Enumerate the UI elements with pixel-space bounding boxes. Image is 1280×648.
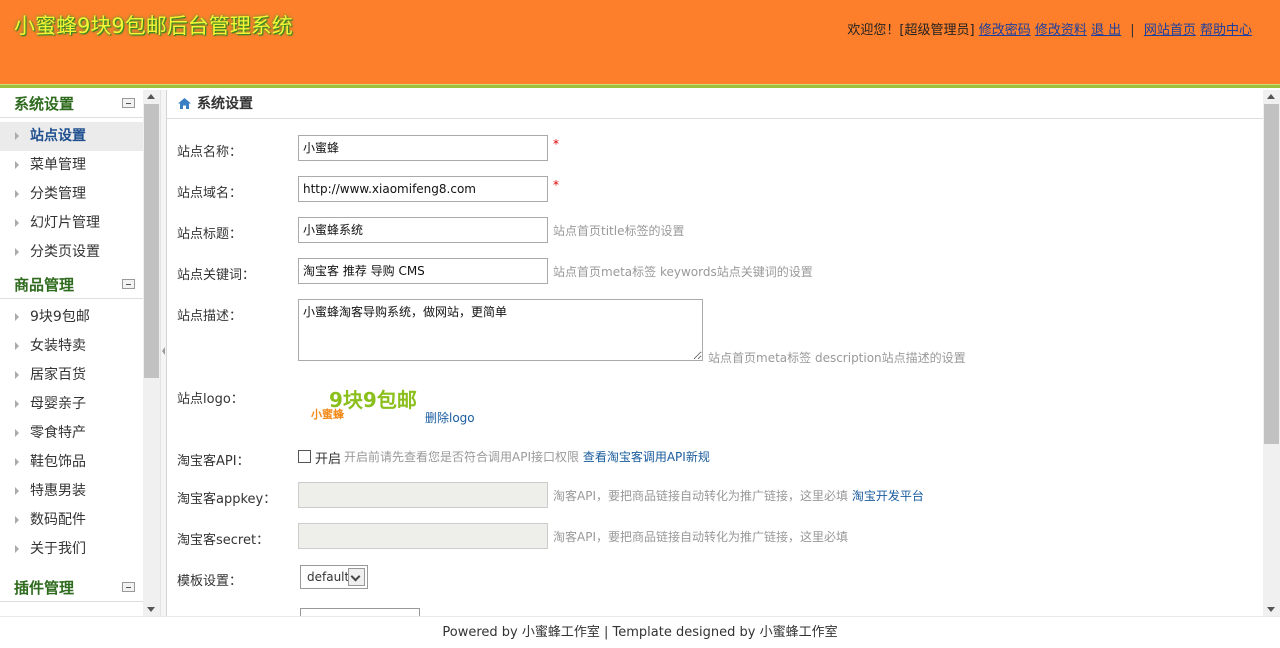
api-rules-link[interactable]: 查看淘宝客调用API新规 [583,450,710,464]
change-password-link[interactable]: 修改密码 [979,23,1031,38]
required-mark: * [553,137,559,151]
scrollbar-thumb[interactable] [144,104,159,378]
site-keywords-hint: 站点首页meta标签 keywords站点关键词的设置 [553,265,813,279]
chevron-down-icon[interactable] [348,568,365,586]
sidebar-item-menu-management[interactable]: 菜单管理 [0,151,143,180]
sidebar-item-home-goods[interactable]: 居家百货 [0,361,143,390]
sidebar-splitter[interactable] [160,90,167,616]
template-select-value: default [307,570,350,584]
main-panel: 系统设置 站点名称： 小蜜蜂 * 站点域名： http://www.xiaomi… [167,90,1263,616]
collapse-icon[interactable] [122,279,135,289]
taobaoke-api-label: 淘宝客API： [177,454,250,469]
appkey-hint: 淘客API，要把商品链接自动转化为推广链接，这里必填 淘宝开发平台 [553,487,924,504]
sidebar-item-snacks[interactable]: 零食特产 [0,419,143,448]
site-home-link[interactable]: 网站首页 [1144,23,1196,38]
logo-sub-text: 小蜜蜂 [311,408,344,421]
sidebar-item-site-settings[interactable]: 站点设置 [0,122,143,151]
menu-group-title: 系统设置 [14,95,75,113]
main-heading: 系统设置 [167,90,1263,119]
sidebar-item-digital[interactable]: 数码配件 [0,506,143,535]
site-name-input[interactable]: 小蜜蜂 [298,135,548,161]
help-center-link[interactable]: 帮助中心 [1200,23,1252,38]
cutoff-select[interactable] [300,608,420,616]
collapse-arrow-icon[interactable] [162,347,165,355]
api-hint: 开启前请先查看您是否符合调用API接口权限 查看淘宝客调用API新规 [344,448,710,465]
required-mark: * [553,178,559,192]
sidebar-item-slideshow-management[interactable]: 幻灯片管理 [0,209,143,238]
collapse-icon[interactable] [122,582,135,592]
site-title-hint: 站点首页title标签的设置 [553,224,685,238]
site-title: 小蜜蜂9块9包邮后台管理系统 [14,14,293,38]
footer: Powered by 小蜜蜂工作室 | Template designed by… [0,616,1280,648]
sidebar-item-9yuan[interactable]: 9块9包邮 [0,303,143,332]
api-enable-label[interactable]: 开启 [315,448,341,467]
api-hint-text: 开启前请先查看您是否符合调用API接口权限 [344,450,579,464]
logout-link[interactable]: 退 出 [1091,23,1121,38]
menu-group-products[interactable]: 商品管理 [0,271,143,299]
scroll-down-icon[interactable] [1267,607,1275,612]
api-enable-checkbox[interactable] [298,450,311,463]
site-description-hint: 站点首页meta标签 description站点描述的设置 [708,351,966,365]
site-domain-input[interactable]: http://www.xiaomifeng8.com [298,176,548,202]
sidebar-item-category-page-settings[interactable]: 分类页设置 [0,238,143,267]
site-logo-label: 站点logo： [177,392,244,407]
site-name-label: 站点名称： [177,145,243,160]
logo-image: 9块9包邮 小蜜蜂 [308,382,428,426]
sidebar-item-womens[interactable]: 女装特卖 [0,332,143,361]
home-icon [178,98,191,109]
scroll-up-icon[interactable] [147,94,155,99]
menu-group-title: 插件管理 [14,579,75,597]
site-description-textarea[interactable]: 小蜜蜂淘客导购系统，做网站，更简单 [298,299,703,361]
sidebar-item-bags[interactable]: 鞋包饰品 [0,448,143,477]
taobao-open-platform-link[interactable]: 淘宝开发平台 [852,489,924,503]
site-title-label: 站点标题： [177,227,243,242]
menu-group-title: 商品管理 [14,276,75,294]
site-description-label: 站点描述： [177,309,243,324]
site-keywords-label: 站点关键词： [177,268,256,283]
edit-profile-link[interactable]: 修改资料 [1035,23,1087,38]
scrollbar-thumb[interactable] [1264,104,1279,444]
template-label: 模板设置： [177,574,243,589]
separator: | [1130,23,1135,38]
welcome-text: 欢迎您！[超级管理员] [847,23,975,38]
sidebar-item-category-management[interactable]: 分类管理 [0,180,143,209]
sidebar-item-mens[interactable]: 特惠男装 [0,477,143,506]
main-scrollbar[interactable] [1263,90,1280,616]
appkey-input[interactable] [298,482,548,508]
collapse-icon[interactable] [122,98,135,108]
page-title: 系统设置 [197,96,253,112]
site-domain-label: 站点域名： [177,186,243,201]
secret-label: 淘宝客secret： [177,533,270,548]
scroll-up-icon[interactable] [1267,94,1275,99]
secret-hint: 淘客API，要把商品链接自动转化为推广链接，这里必填 [553,530,848,544]
header: 小蜜蜂9块9包邮后台管理系统 欢迎您！[超级管理员] 修改密码 修改资料 退 出… [0,0,1280,84]
menu-group-plugins[interactable]: 插件管理 [0,574,143,602]
site-title-input[interactable]: 小蜜蜂系统 [298,217,548,243]
template-select[interactable]: default [300,565,368,589]
secret-input[interactable] [298,523,548,549]
sidebar-item-baby[interactable]: 母婴亲子 [0,390,143,419]
sidebar-scrollbar[interactable] [143,90,160,616]
appkey-label: 淘宝客appkey： [177,492,277,507]
sidebar-item-about[interactable]: 关于我们 [0,535,143,564]
scroll-down-icon[interactable] [147,607,155,612]
delete-logo-link[interactable]: 删除logo [425,409,475,426]
appkey-hint-text: 淘客API，要把商品链接自动转化为推广链接，这里必填 [553,489,848,503]
menu-group-system[interactable]: 系统设置 [0,90,143,118]
header-accent-line [0,84,1280,88]
sidebar: 系统设置 站点设置 菜单管理 分类管理 幻灯片管理 分类页设置 商品管理 9块9… [0,90,160,616]
site-keywords-input[interactable]: 淘宝客 推荐 导购 CMS [298,258,548,284]
top-links: 欢迎您！[超级管理员] 修改密码 修改资料 退 出 | 网站首页 帮助中心 [847,19,1252,38]
